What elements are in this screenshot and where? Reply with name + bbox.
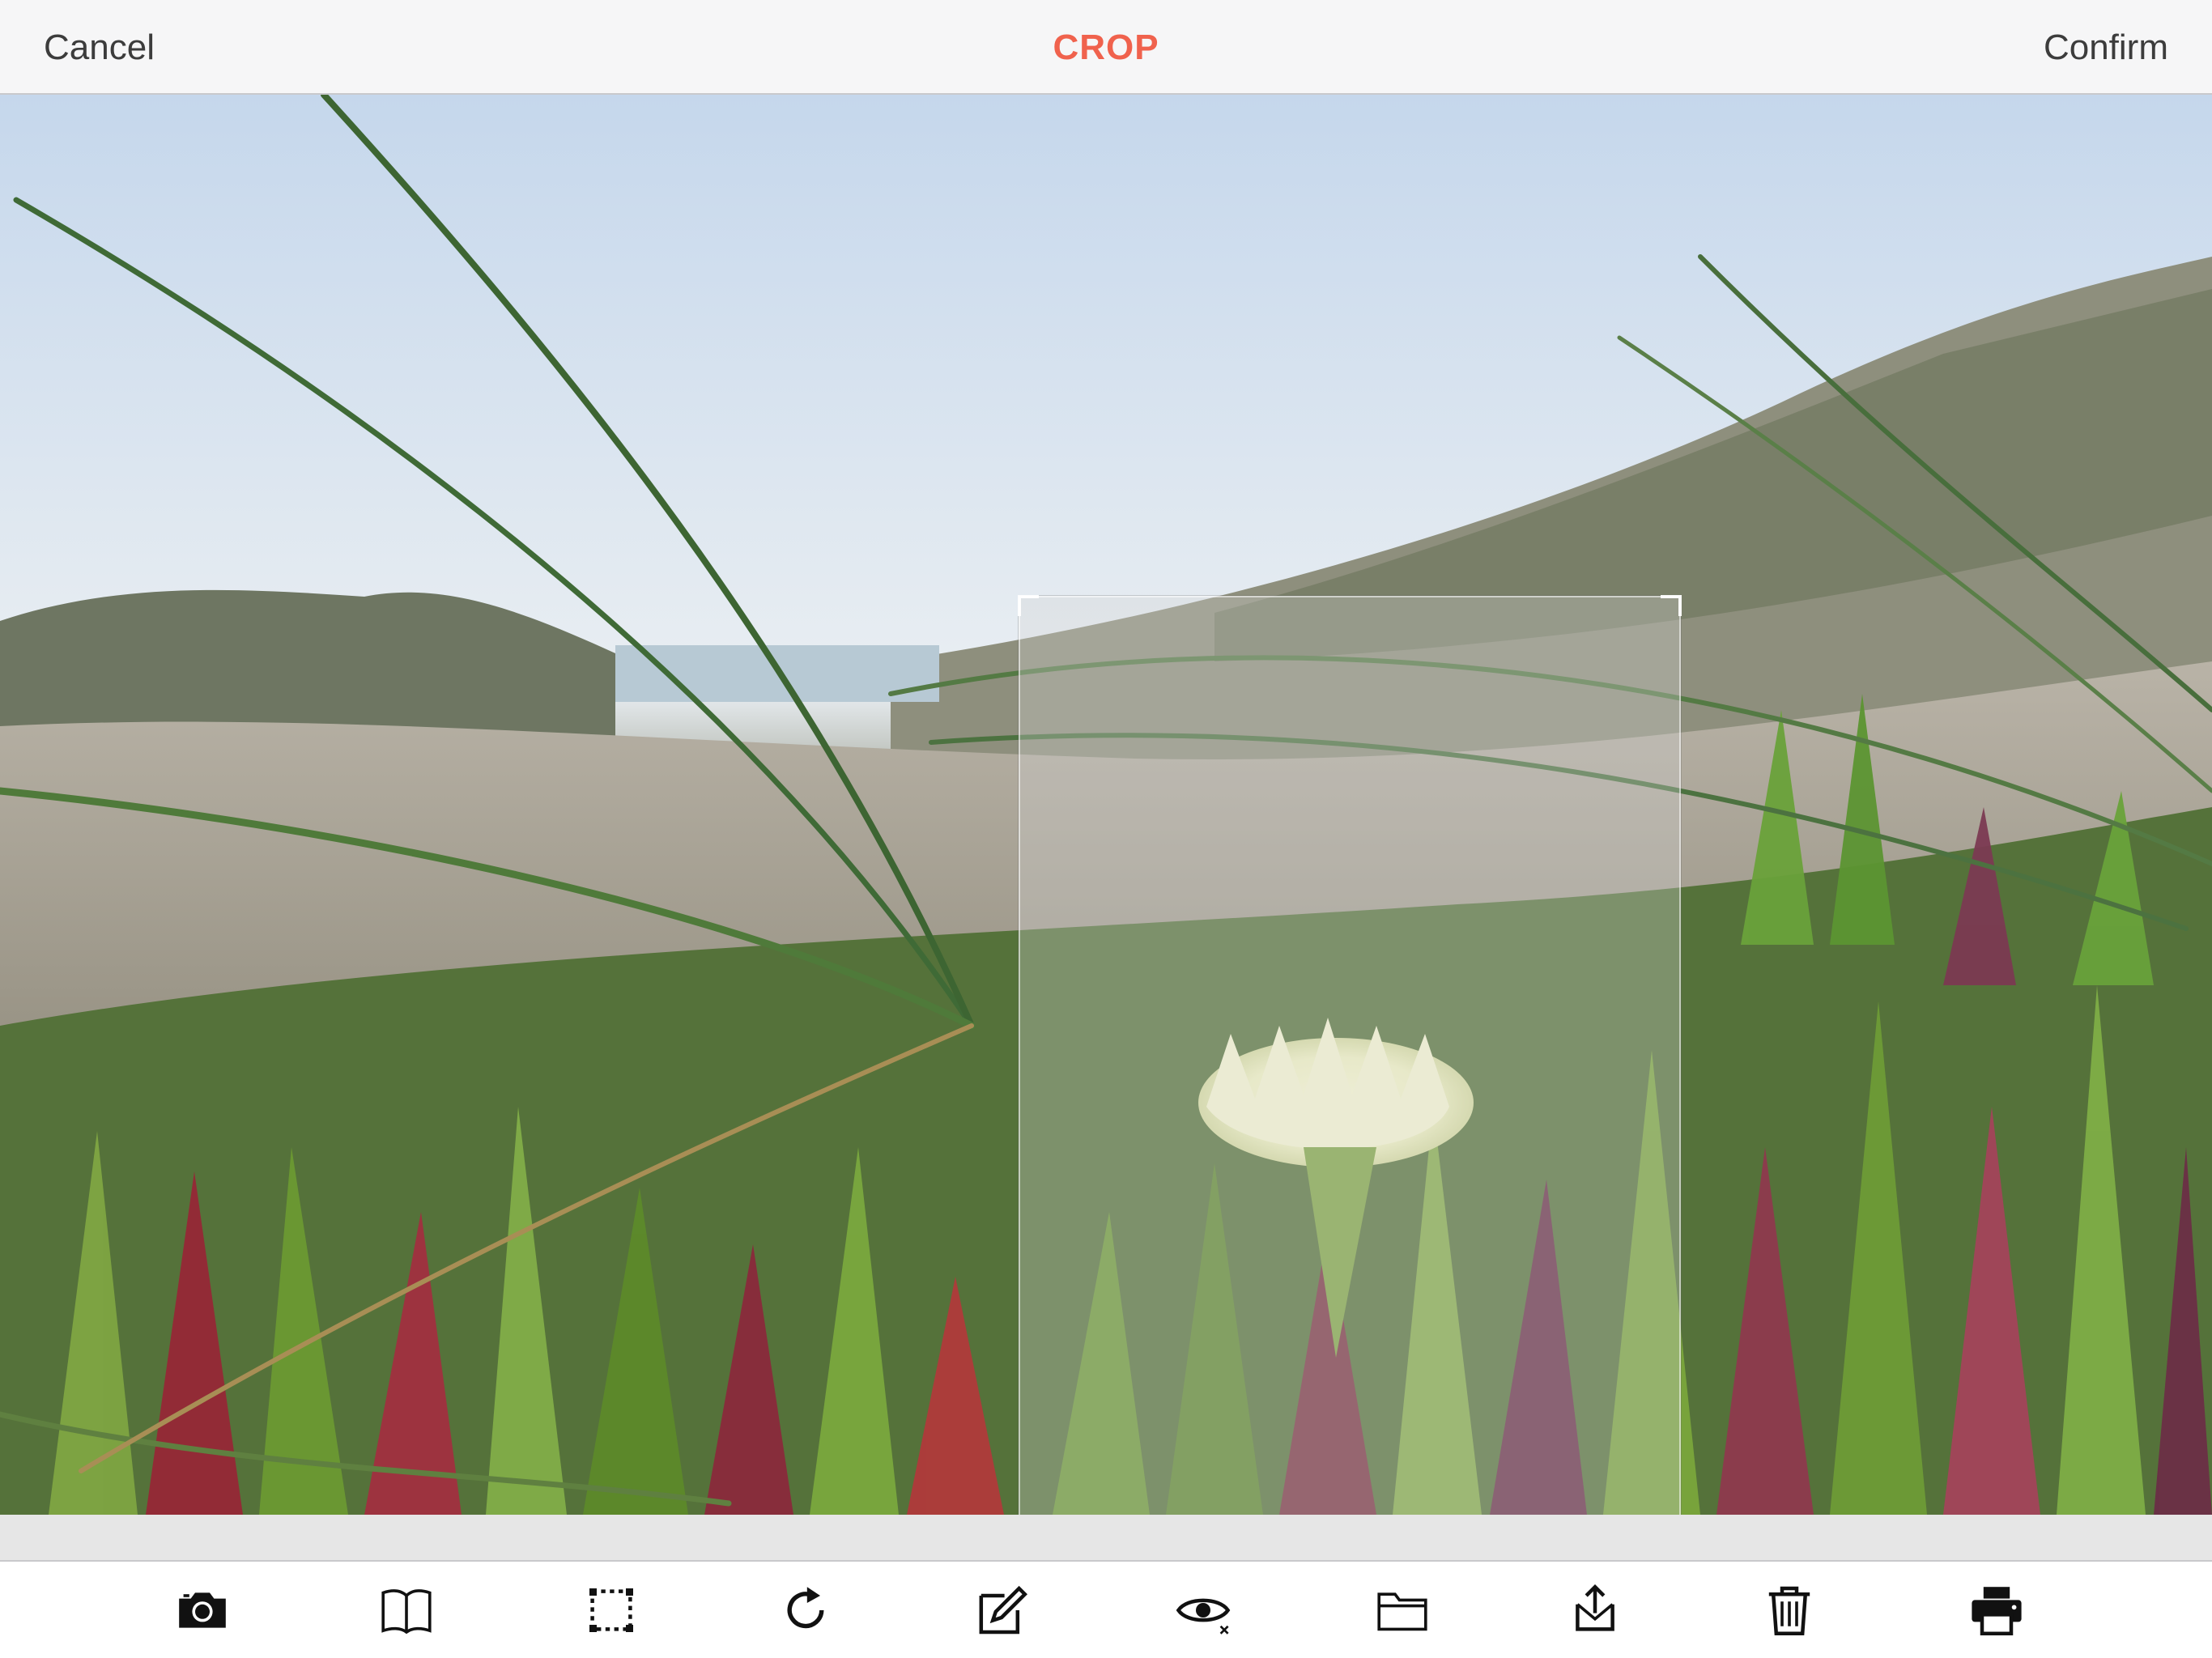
photo-footer-strip bbox=[0, 1515, 2212, 1562]
export-button[interactable] bbox=[1563, 1578, 1627, 1643]
edit-icon bbox=[979, 1585, 1027, 1635]
book-button[interactable] bbox=[374, 1578, 439, 1643]
navigation-bar: Cancel CROP Confirm bbox=[0, 0, 2212, 95]
print-icon bbox=[1972, 1587, 2022, 1636]
crop-handle-top-left[interactable] bbox=[1018, 595, 1039, 616]
export-icon bbox=[1576, 1584, 1614, 1631]
bottom-toolbar bbox=[0, 1562, 2212, 1658]
camera-icon bbox=[179, 1592, 226, 1628]
folder-button[interactable] bbox=[1370, 1578, 1435, 1643]
rotate-button[interactable] bbox=[773, 1578, 838, 1643]
eye-icon bbox=[1176, 1598, 1231, 1635]
hide-button[interactable] bbox=[1171, 1578, 1236, 1643]
crop-selection-icon bbox=[589, 1588, 633, 1632]
crop-handle-top-right[interactable] bbox=[1661, 595, 1682, 616]
book-icon bbox=[381, 1589, 432, 1635]
photo-canvas[interactable] bbox=[0, 95, 2212, 1515]
crop-selection-button[interactable] bbox=[579, 1578, 644, 1643]
crop-frame[interactable] bbox=[1018, 595, 1682, 1515]
page-title: CROP bbox=[1053, 28, 1159, 67]
folder-icon bbox=[1377, 1592, 1427, 1631]
confirm-button[interactable]: Confirm bbox=[2044, 0, 2168, 95]
edit-button[interactable] bbox=[969, 1578, 1034, 1643]
rotate-icon bbox=[787, 1587, 824, 1629]
delete-button[interactable] bbox=[1757, 1578, 1822, 1643]
trash-icon bbox=[1768, 1586, 1810, 1636]
camera-button[interactable] bbox=[170, 1578, 235, 1643]
print-button[interactable] bbox=[1964, 1578, 2029, 1643]
